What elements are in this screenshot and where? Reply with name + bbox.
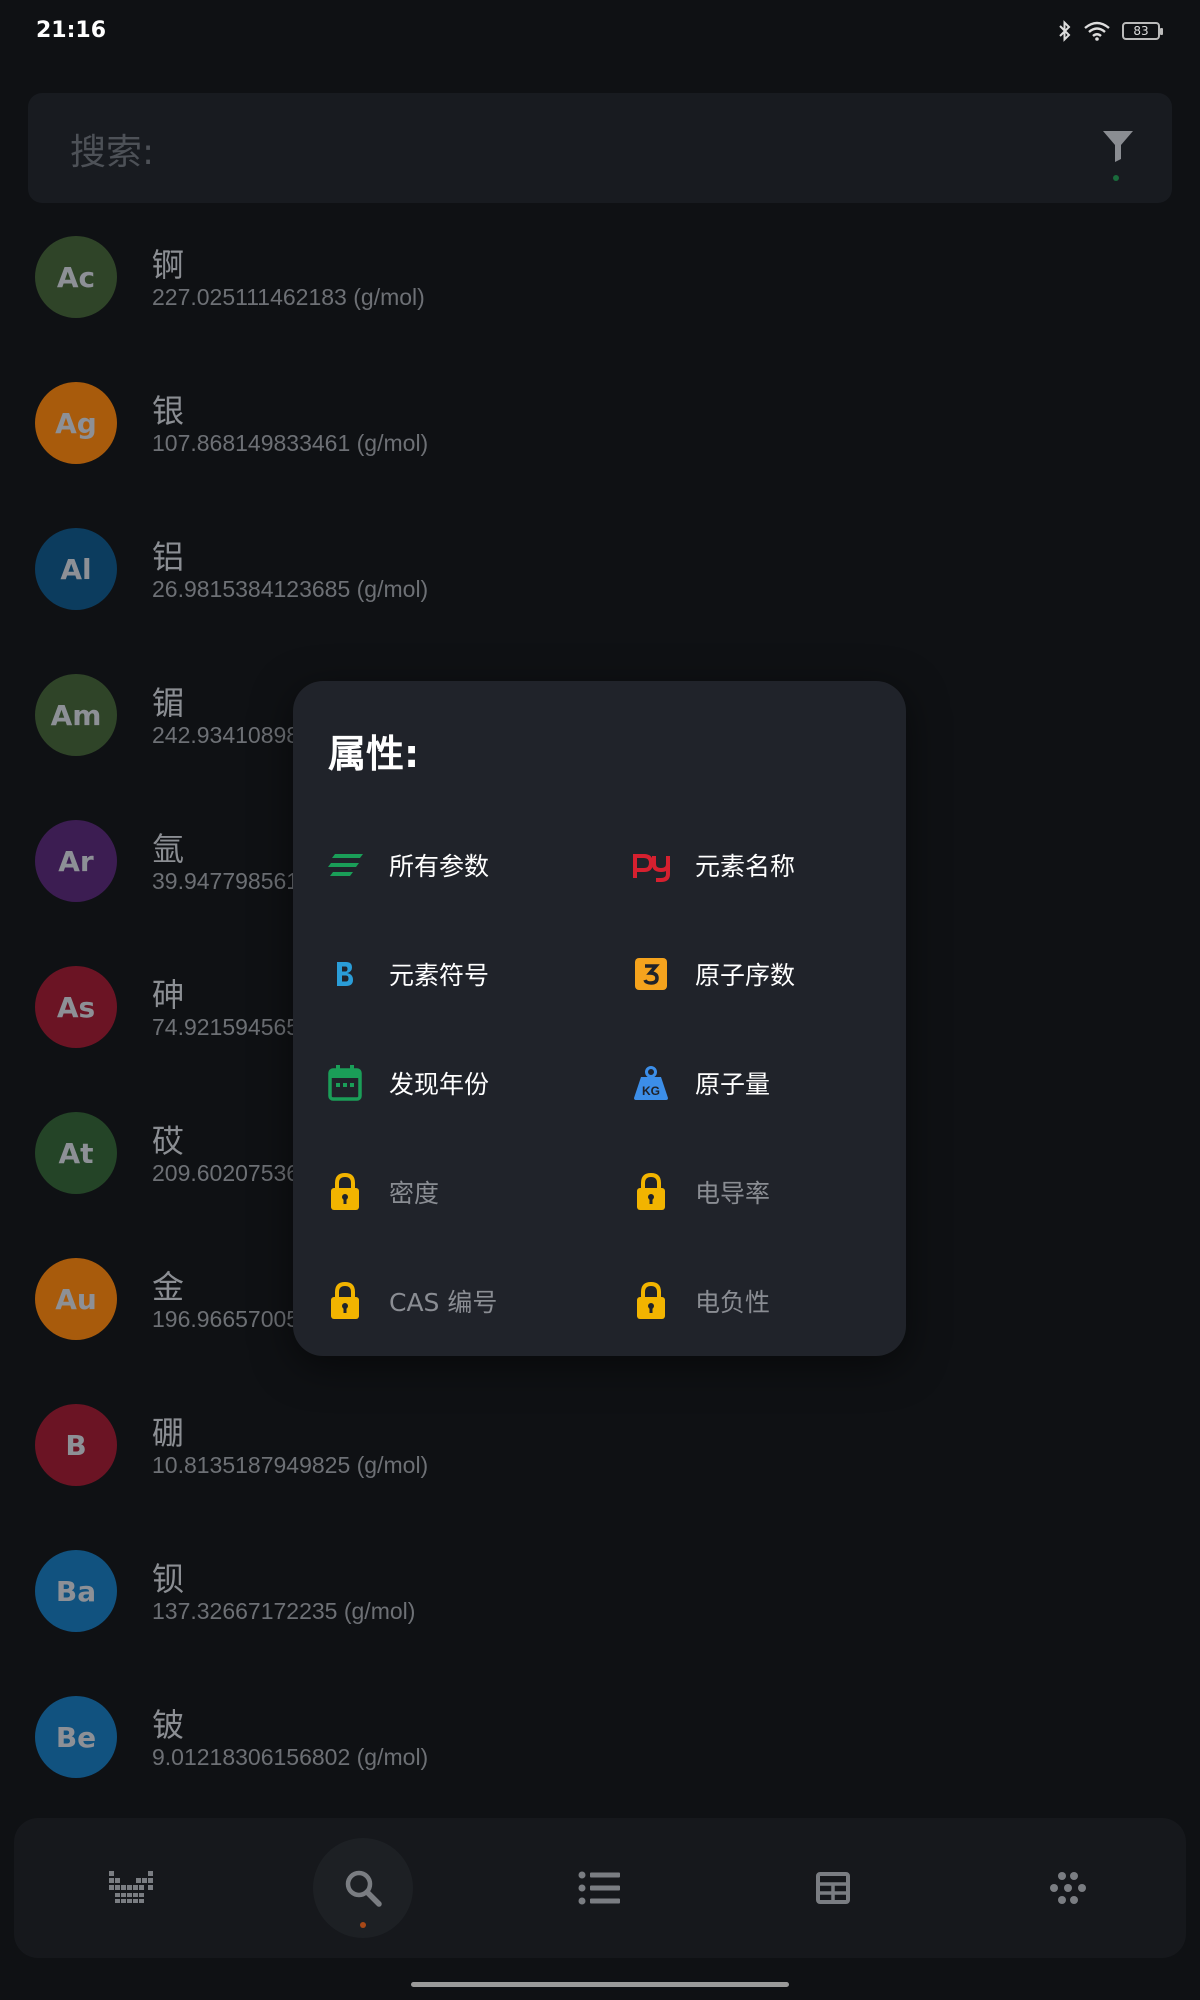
calendar-icon — [323, 1061, 367, 1105]
search-bar[interactable]: 搜索: — [28, 93, 1172, 203]
element-avatar: As — [35, 966, 117, 1048]
element-list-item[interactable]: B 硼 10.8135187949825 (g/mol) — [0, 1398, 1200, 1544]
dialog-title: 属性: — [328, 732, 420, 776]
filter-icon — [1103, 131, 1133, 162]
option-label: 密度 — [389, 1179, 440, 1208]
nav-search[interactable] — [313, 1838, 413, 1938]
element-avatar: B — [35, 1404, 117, 1486]
element-name: 砷 — [152, 976, 185, 1014]
element-avatar: Ac — [35, 236, 117, 318]
pinyin-icon — [629, 843, 673, 887]
element-avatar: Ar — [35, 820, 117, 902]
option-label: CAS 编号 — [389, 1288, 498, 1317]
option-element-name[interactable]: 元素名称 — [609, 835, 889, 895]
element-mass: 242.934108982 — [152, 722, 312, 748]
nav-list[interactable] — [549, 1838, 649, 1938]
element-mass: 26.9815384123685 (g/mol) — [152, 576, 429, 602]
number-three-icon — [629, 952, 673, 996]
filter-button[interactable] — [1102, 129, 1134, 167]
element-avatar: Al — [35, 528, 117, 610]
element-avatar: Ba — [35, 1550, 117, 1632]
element-name: 氩 — [152, 830, 185, 868]
option-element-symbol[interactable]: 元素符号 — [303, 944, 583, 1004]
weight-kg-icon: KG — [629, 1061, 673, 1105]
option-label: 原子量 — [695, 1070, 771, 1099]
option-label: 元素符号 — [389, 961, 490, 990]
element-name: 砹 — [152, 1122, 185, 1160]
element-mass: 227.025111462183 (g/mol) — [152, 284, 425, 310]
option-discovery-year[interactable]: 发现年份 — [303, 1053, 583, 1113]
element-avatar: Au — [35, 1258, 117, 1340]
properties-dialog: 属性: 所有参数 元素名称 元素符号 原子序数 发现年份 KG 原子量 密度 电… — [293, 681, 906, 1356]
list-icon — [578, 1871, 620, 1905]
element-name: 硼 — [152, 1414, 185, 1452]
option-atomic-number[interactable]: 原子序数 — [609, 944, 889, 1004]
element-name: 钡 — [152, 1560, 185, 1598]
periodic-table-icon — [109, 1871, 153, 1903]
element-mass: 10.8135187949825 (g/mol) — [152, 1452, 429, 1478]
element-name: 镅 — [152, 684, 185, 722]
option-conductivity[interactable]: 电导率 — [609, 1162, 889, 1222]
battery-indicator: 83 — [1122, 22, 1163, 40]
element-name: 银 — [152, 392, 185, 430]
option-label: 电负性 — [695, 1288, 771, 1317]
element-avatar: At — [35, 1112, 117, 1194]
element-avatar: Be — [35, 1696, 117, 1778]
wifi-icon — [1084, 21, 1110, 41]
status-bar: 21:16 83 — [0, 0, 1200, 64]
search-icon — [345, 1870, 382, 1907]
nav-active-dot — [360, 1922, 366, 1928]
search-label: 搜索: — [70, 132, 155, 173]
lines-icon — [323, 843, 367, 887]
element-avatar: Ag — [35, 382, 117, 464]
filter-indicator-dot — [1113, 175, 1119, 181]
element-list-item[interactable]: Be 铍 9.01218306156802 (g/mol) — [0, 1690, 1200, 1836]
element-list-item[interactable]: Ag 银 107.868149833461 (g/mol) — [0, 376, 1200, 522]
element-list-item[interactable]: Ac 锕 227.025111462183 (g/mol) — [0, 230, 1200, 376]
option-label: 原子序数 — [695, 961, 796, 990]
option-all-params[interactable]: 所有参数 — [303, 835, 583, 895]
option-electronegativity[interactable]: 电负性 — [609, 1271, 889, 1331]
lock-icon — [629, 1170, 673, 1214]
lock-icon — [323, 1279, 367, 1323]
element-list-item[interactable]: Ba 钡 137.32667172235 (g/mol) — [0, 1544, 1200, 1690]
bold-b-icon — [323, 952, 367, 996]
bluetooth-icon — [1059, 20, 1071, 42]
table-icon — [816, 1872, 850, 1904]
element-mass: 9.01218306156802 (g/mol) — [152, 1744, 429, 1770]
nav-table[interactable] — [783, 1838, 883, 1938]
home-indicator[interactable] — [411, 1982, 789, 1987]
lock-icon — [629, 1279, 673, 1323]
dots-grid-icon — [1050, 1872, 1086, 1904]
svg-text:KG: KG — [642, 1084, 660, 1098]
nav-more[interactable] — [1018, 1838, 1118, 1938]
status-time: 21:16 — [36, 18, 107, 43]
element-name: 铝 — [152, 538, 185, 576]
option-label: 元素名称 — [695, 852, 796, 881]
option-density[interactable]: 密度 — [303, 1162, 583, 1222]
element-avatar: Am — [35, 674, 117, 756]
option-label: 电导率 — [695, 1179, 771, 1208]
nav-periodic-table[interactable] — [81, 1838, 181, 1938]
element-mass: 196.966570051 — [152, 1306, 312, 1332]
element-name: 锕 — [152, 246, 185, 284]
lock-icon — [323, 1170, 367, 1214]
option-label: 所有参数 — [389, 852, 490, 881]
element-list-item[interactable]: Al 铝 26.9815384123685 (g/mol) — [0, 522, 1200, 668]
option-atomic-mass[interactable]: KG 原子量 — [609, 1053, 889, 1113]
element-mass: 74.921594565 — [152, 1014, 300, 1040]
element-mass: 209.602075366 — [152, 1160, 312, 1186]
element-name: 铍 — [152, 1706, 185, 1744]
element-mass: 107.868149833461 (g/mol) — [152, 430, 429, 456]
bottom-nav — [14, 1818, 1186, 1958]
element-mass: 39.947798561 — [152, 868, 300, 894]
element-mass: 137.32667172235 (g/mol) — [152, 1598, 416, 1624]
option-cas-number[interactable]: CAS 编号 — [303, 1271, 583, 1331]
status-icons: 83 — [1058, 20, 1163, 42]
option-label: 发现年份 — [389, 1070, 490, 1099]
element-name: 金 — [152, 1268, 185, 1306]
